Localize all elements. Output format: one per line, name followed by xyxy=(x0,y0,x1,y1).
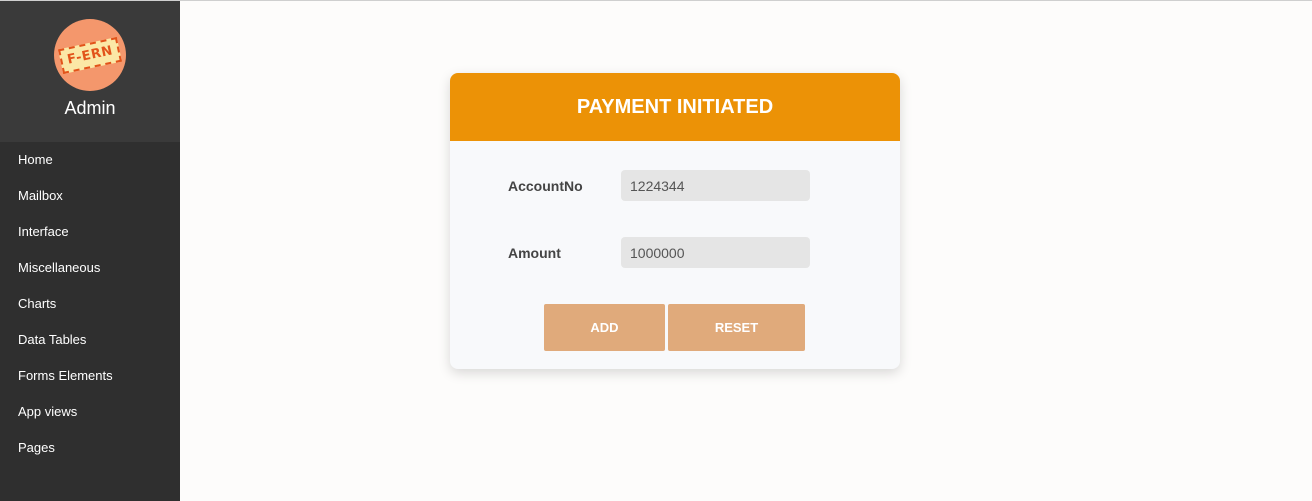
reset-button[interactable]: RESET xyxy=(668,304,805,351)
avatar[interactable]: F-ERN xyxy=(54,19,126,91)
brand-logo: F-ERN xyxy=(57,36,123,74)
amount-input[interactable] xyxy=(621,237,810,268)
account-label: AccountNo xyxy=(508,177,583,194)
sidebar-item-mailbox[interactable]: Mailbox xyxy=(0,178,180,214)
profile-section: F-ERN Admin xyxy=(0,1,180,142)
amount-row: Amount xyxy=(508,237,810,268)
sidebar-item-miscellaneous[interactable]: Miscellaneous xyxy=(0,250,180,286)
sidebar-item-data-tables[interactable]: Data Tables xyxy=(0,322,180,358)
sidebar-item-forms-elements[interactable]: Forms Elements xyxy=(0,358,180,394)
amount-label: Amount xyxy=(508,244,561,261)
page-title: PAYMENT INITIATED xyxy=(576,95,774,118)
sidebar-item-pages[interactable]: Pages xyxy=(0,430,180,466)
sidebar-item-app-views[interactable]: App views xyxy=(0,394,180,430)
payment-card: PAYMENT INITIATED AccountNo Amount ADD R… xyxy=(450,73,900,369)
sidebar-nav: Home Mailbox Interface Miscellaneous Cha… xyxy=(0,142,180,466)
sidebar-item-home[interactable]: Home xyxy=(0,142,180,178)
sidebar-item-interface[interactable]: Interface xyxy=(0,214,180,250)
sidebar: F-ERN Admin Home Mailbox Interface Misce… xyxy=(0,1,180,501)
user-name: Admin xyxy=(64,98,116,118)
account-row: AccountNo xyxy=(508,170,810,201)
add-button[interactable]: ADD xyxy=(544,304,665,351)
sidebar-item-charts[interactable]: Charts xyxy=(0,286,180,322)
account-input[interactable] xyxy=(621,170,810,201)
card-header: PAYMENT INITIATED xyxy=(450,73,900,141)
